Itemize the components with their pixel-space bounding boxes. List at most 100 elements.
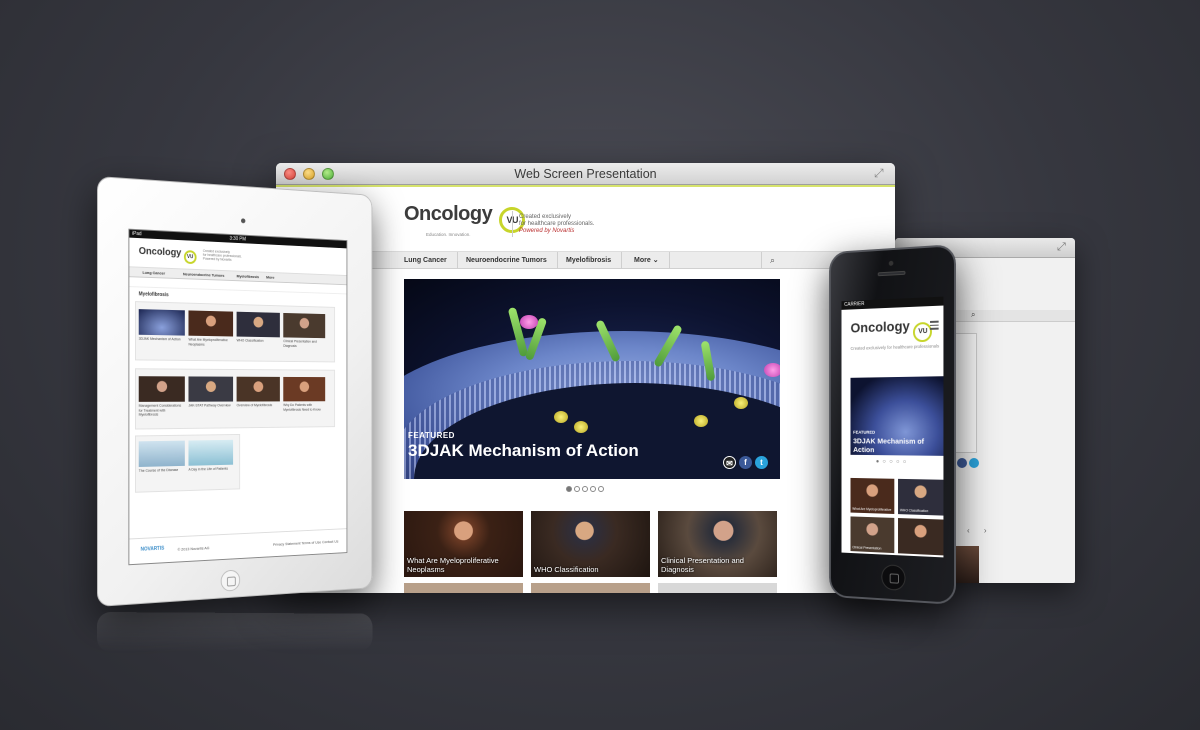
ipad-reflection (97, 612, 373, 652)
ipad-device: iPad 3:30 PM Oncology VU Created exclusi… (97, 176, 373, 607)
ipad-screen: iPad 3:30 PM Oncology VU Created exclusi… (128, 228, 348, 566)
hero-molecule-art (734, 397, 748, 409)
ipad-carrier: iPad (132, 230, 142, 238)
carousel-dot[interactable] (598, 486, 604, 492)
ipad-video-card[interactable]: What Are Myeloproliferative Neoplasms (188, 310, 234, 359)
ipad-video-card[interactable]: The Course of the Disease (138, 440, 185, 491)
ipad-video-card[interactable]: WHO Classification (236, 311, 280, 360)
search-icon[interactable]: ⌕ (971, 310, 975, 320)
ipad-video-caption: WHO Classification (236, 338, 264, 343)
carousel-dot[interactable] (590, 486, 596, 492)
video-card[interactable] (404, 583, 523, 593)
nav-item-myelofibrosis[interactable]: Myelofibrosis (556, 252, 623, 269)
hero-share-icons: ✉ f t (723, 456, 768, 469)
twitter-icon[interactable]: t (755, 456, 768, 469)
ipad-video-row: Management Considerations for Treatment … (138, 376, 326, 425)
featured-hero[interactable]: FEATURED 3DJAK Mechanism of Action ✉ f t (404, 279, 780, 479)
chevron-down-icon: ⌄ (652, 257, 659, 264)
iphone-video-card[interactable]: What Are Myeloproliferative (850, 477, 895, 514)
video-card[interactable] (658, 583, 777, 593)
ipad-site-logo[interactable]: Oncology VU (138, 245, 197, 265)
ipad-video-caption: Why Do Patients with Myelofibrosis Need … (283, 403, 321, 412)
iphone-device: CARRIER Oncology VU Created exclusively … (829, 244, 956, 605)
hero-kicker: FEATURED (853, 429, 876, 435)
iphone-video-card[interactable]: Clinical Presentation (850, 516, 895, 554)
ipad-nav-item[interactable]: Lung Cancer (142, 270, 165, 276)
iphone-featured-hero[interactable]: FEATURED 3DJAK Mechanism of Action (850, 376, 944, 456)
ipad-video-card[interactable]: A Day in the Life of Patients (188, 439, 234, 489)
logo-text: Oncology (138, 245, 182, 259)
ipad-video-card[interactable]: Management Considerations for Treatment … (138, 376, 185, 425)
expand-icon[interactable]: ⤢ (1057, 241, 1069, 253)
ipad-video-card[interactable]: Why Do Patients with Myelofibrosis Need … (283, 376, 326, 424)
ipad-video-card[interactable]: Overview of Myelofibrosis (236, 376, 280, 425)
window-titlebar: Web Screen Presentation ⤢ (276, 163, 895, 185)
secondary-pager[interactable]: ‹ › (967, 526, 993, 535)
iphone-screen: CARRIER Oncology VU Created exclusively … (841, 296, 944, 558)
nav-item-neuroendocrine-tumors[interactable]: Neuroendocrine Tumors (456, 252, 558, 269)
ipad-video-thumb (188, 310, 234, 337)
hero-title: 3DJAK Mechanism of Action (853, 436, 925, 455)
video-card[interactable] (531, 583, 650, 593)
search-icon[interactable]: ⌕ (761, 252, 783, 269)
ipad-section-title: Myelofibrosis (138, 291, 169, 299)
ipad-video-thumb (188, 376, 234, 402)
home-button[interactable] (881, 564, 906, 591)
video-card[interactable]: What Are Myeloproliferative Neoplasms (404, 511, 523, 577)
secondary-social-icons (957, 458, 979, 468)
home-button[interactable] (220, 569, 241, 592)
facebook-icon[interactable]: f (739, 456, 752, 469)
hero-title[interactable]: 3DJAK Mechanism of Action (408, 441, 639, 461)
facebook-icon[interactable] (957, 458, 967, 468)
hero-molecule-art (694, 415, 708, 427)
expand-icon[interactable]: ⤢ (874, 167, 887, 180)
site-logo[interactable]: Oncology VU (404, 203, 526, 233)
carousel-dot[interactable] (582, 486, 588, 492)
header-note: Created exclusively for healthcare profe… (519, 214, 594, 235)
ipad-video-caption: JAK-STAT Pathway Overview (188, 403, 231, 408)
video-grid-next-row (404, 583, 777, 593)
iphone-video-card[interactable] (898, 518, 944, 556)
nav-item-more[interactable]: More ⌄ (624, 252, 670, 269)
video-card-label: WHO Classification (534, 565, 599, 574)
ipad-nav-item[interactable]: Myelofibrosis (237, 273, 259, 279)
header-note-powered: Powered by Novartis (519, 228, 575, 234)
twitter-icon[interactable] (969, 458, 979, 468)
footer-links[interactable]: Privacy Statement Terms of Use Contact U… (273, 539, 338, 547)
email-icon[interactable]: ✉ (723, 456, 736, 469)
ipad-video-caption: A Day in the Life of Patients (188, 466, 228, 472)
ipad-video-thumb (236, 311, 280, 338)
iphone-video-card[interactable]: WHO Classification (898, 478, 944, 516)
footer-copyright: © 2013 Novartis AG (177, 545, 210, 552)
ipad-video-caption: Clinical Presentation and Diagnosis (283, 339, 317, 348)
ipad-video-thumb (138, 376, 185, 402)
ipad-video-card[interactable]: 3DJAK Mechanism of Action (138, 309, 185, 359)
video-card[interactable]: WHO Classification (531, 511, 650, 577)
hero-molecule-art (520, 315, 538, 329)
carousel-dot[interactable] (566, 486, 572, 492)
carousel-dots[interactable]: ● ○ ○ ○ ○ (876, 459, 907, 465)
ipad-video-caption: What Are Myeloproliferative Neoplasms (188, 337, 228, 347)
carousel-dot[interactable] (574, 486, 580, 492)
camera-icon (888, 260, 894, 266)
hero-molecule-art (554, 411, 568, 423)
ipad-nav-item[interactable]: Neuroendocrine Tumors (183, 271, 224, 277)
iphone-status-bar: CARRIER (841, 296, 944, 310)
ipad-footer: NOVARTIS © 2013 Novartis AG Privacy Stat… (129, 528, 347, 565)
ipad-video-card[interactable]: Clinical Presentation and Diagnosis (283, 312, 326, 360)
ipad-video-caption: The Course of the Disease (138, 467, 179, 473)
ipad-nav-item[interactable]: More (266, 275, 274, 280)
header-note-line: for healthcare professionals. (519, 221, 595, 227)
menu-icon[interactable] (930, 320, 939, 332)
ipad-video-thumb (138, 440, 185, 467)
iphone-site-logo[interactable]: Oncology VU (850, 317, 933, 344)
ipad-video-thumb (283, 312, 326, 339)
video-card[interactable]: Clinical Presentation and Diagnosis (658, 511, 777, 577)
ipad-video-card[interactable]: JAK-STAT Pathway Overview (188, 376, 234, 425)
nav-item-lung-cancer[interactable]: Lung Cancer (394, 252, 458, 269)
ipad-video-caption: Overview of Myelofibrosis (236, 403, 273, 408)
iphone-video-caption: Clinical Presentation (852, 545, 882, 551)
novartis-logo[interactable]: NOVARTIS (141, 546, 165, 553)
iphone-video-caption: WHO Classification (899, 508, 929, 514)
video-grid: What Are Myeloproliferative Neoplasms WH… (404, 511, 777, 577)
